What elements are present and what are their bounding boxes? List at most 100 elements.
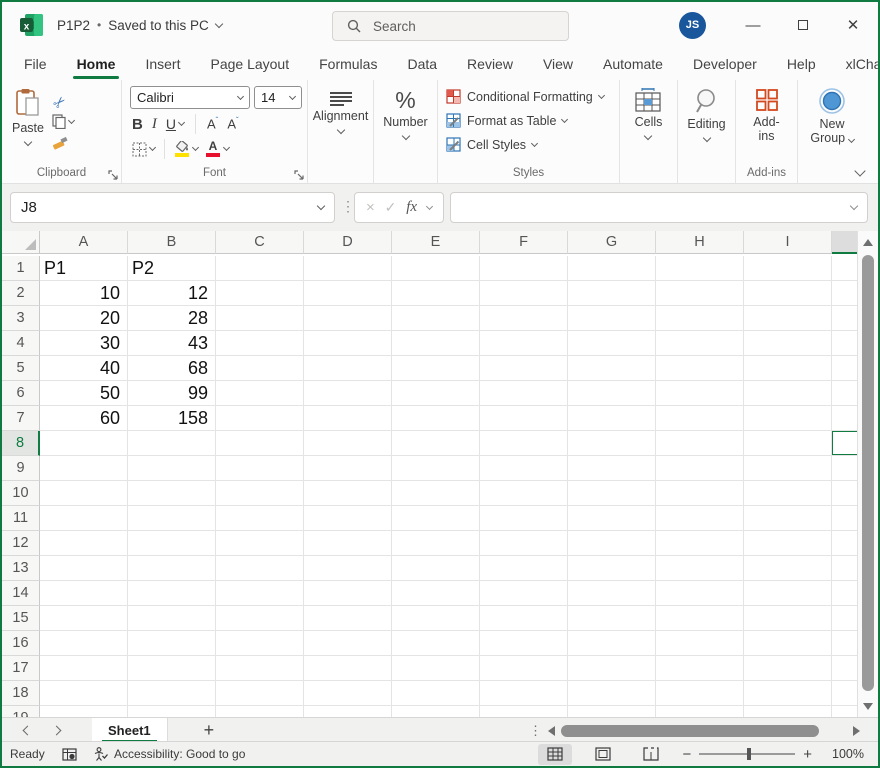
cell-J7[interactable] — [832, 406, 859, 431]
active-cell-J8[interactable] — [832, 431, 859, 456]
cell-I12[interactable] — [744, 531, 832, 556]
row-header-11[interactable]: 11 — [2, 506, 40, 531]
insert-function-button[interactable]: fx — [406, 199, 417, 216]
cell-H2[interactable] — [656, 281, 744, 306]
cell-F19[interactable] — [480, 706, 568, 717]
cell-B14[interactable] — [128, 581, 216, 606]
row-header-4[interactable]: 4 — [2, 331, 40, 356]
cell-E8[interactable] — [392, 431, 480, 456]
tab-insert[interactable]: Insert — [143, 51, 182, 77]
cell-J19[interactable] — [832, 706, 859, 717]
cell-H13[interactable] — [656, 556, 744, 581]
cell-D1[interactable] — [304, 256, 392, 281]
cell-A15[interactable] — [40, 606, 128, 631]
cell-G9[interactable] — [568, 456, 656, 481]
cell-B17[interactable] — [128, 656, 216, 681]
cell-H9[interactable] — [656, 456, 744, 481]
cell-C4[interactable] — [216, 331, 304, 356]
cell-E10[interactable] — [392, 481, 480, 506]
format-as-table-button[interactable]: Format as Table — [442, 110, 608, 131]
account-avatar[interactable]: JS — [679, 12, 706, 39]
cell-I10[interactable] — [744, 481, 832, 506]
cell-G14[interactable] — [568, 581, 656, 606]
cell-A16[interactable] — [40, 631, 128, 656]
tab-home[interactable]: Home — [75, 51, 118, 77]
row-header-8[interactable]: 8 — [2, 431, 40, 456]
cell-C15[interactable] — [216, 606, 304, 631]
cell-J6[interactable] — [832, 381, 859, 406]
row-header-15[interactable]: 15 — [2, 606, 40, 631]
row-header-5[interactable]: 5 — [2, 356, 40, 381]
cell-J17[interactable] — [832, 656, 859, 681]
cell-E12[interactable] — [392, 531, 480, 556]
cell-B11[interactable] — [128, 506, 216, 531]
cell-D5[interactable] — [304, 356, 392, 381]
cell-C2[interactable] — [216, 281, 304, 306]
cell-C16[interactable] — [216, 631, 304, 656]
normal-view-button[interactable] — [538, 744, 572, 765]
fill-color-button[interactable] — [174, 141, 198, 157]
cell-G13[interactable] — [568, 556, 656, 581]
cell-E14[interactable] — [392, 581, 480, 606]
cell-A14[interactable] — [40, 581, 128, 606]
cell-B18[interactable] — [128, 681, 216, 706]
cell-I11[interactable] — [744, 506, 832, 531]
cell-I3[interactable] — [744, 306, 832, 331]
cell-J3[interactable] — [832, 306, 859, 331]
cell-I1[interactable] — [744, 256, 832, 281]
cell-I6[interactable] — [744, 381, 832, 406]
scroll-up-button[interactable] — [858, 231, 878, 253]
cell-G8[interactable] — [568, 431, 656, 456]
cell-C8[interactable] — [216, 431, 304, 456]
row-header-19[interactable]: 19 — [2, 706, 40, 717]
cell-G16[interactable] — [568, 631, 656, 656]
cell-D4[interactable] — [304, 331, 392, 356]
enter-button[interactable]: ✓ — [385, 199, 397, 216]
font-color-button[interactable]: A — [205, 141, 229, 157]
cell-C19[interactable] — [216, 706, 304, 717]
cell-J4[interactable] — [832, 331, 859, 356]
cell-E4[interactable] — [392, 331, 480, 356]
cell-G6[interactable] — [568, 381, 656, 406]
cell-A17[interactable] — [40, 656, 128, 681]
row-header-2[interactable]: 2 — [2, 281, 40, 306]
cell-G12[interactable] — [568, 531, 656, 556]
tab-xlchart[interactable]: xlChart+ — [844, 51, 880, 77]
cell-D17[interactable] — [304, 656, 392, 681]
alignment-button[interactable]: Alignment — [307, 84, 375, 137]
cell-D18[interactable] — [304, 681, 392, 706]
cell-G5[interactable] — [568, 356, 656, 381]
cell-C11[interactable] — [216, 506, 304, 531]
cell-H19[interactable] — [656, 706, 744, 717]
borders-button[interactable] — [132, 142, 155, 157]
cell-G3[interactable] — [568, 306, 656, 331]
horizontal-scrollbar[interactable] — [548, 722, 860, 740]
cell-I7[interactable] — [744, 406, 832, 431]
cell-H17[interactable] — [656, 656, 744, 681]
cell-H10[interactable] — [656, 481, 744, 506]
cell-A12[interactable] — [40, 531, 128, 556]
column-header-I[interactable]: I — [744, 231, 832, 254]
cell-F4[interactable] — [480, 331, 568, 356]
scroll-right-button[interactable] — [853, 726, 860, 736]
cell-F2[interactable] — [480, 281, 568, 306]
minimize-button[interactable]: — — [728, 2, 778, 48]
cell-I19[interactable] — [744, 706, 832, 717]
cell-F10[interactable] — [480, 481, 568, 506]
expand-formula-bar-chevron-icon[interactable] — [850, 202, 858, 210]
tab-help[interactable]: Help — [785, 51, 818, 77]
column-header-D[interactable]: D — [304, 231, 392, 254]
cell-H16[interactable] — [656, 631, 744, 656]
cell-J10[interactable] — [832, 481, 859, 506]
cell-G11[interactable] — [568, 506, 656, 531]
cell-F14[interactable] — [480, 581, 568, 606]
cell-D14[interactable] — [304, 581, 392, 606]
editing-button[interactable]: Editing — [681, 84, 731, 145]
cell-G10[interactable] — [568, 481, 656, 506]
scroll-left-button[interactable] — [548, 726, 555, 736]
clipboard-dialog-launcher-icon[interactable] — [108, 170, 118, 180]
column-header-F[interactable]: F — [480, 231, 568, 254]
cell-F5[interactable] — [480, 356, 568, 381]
cell-F6[interactable] — [480, 381, 568, 406]
name-box[interactable]: J8 — [10, 192, 335, 223]
